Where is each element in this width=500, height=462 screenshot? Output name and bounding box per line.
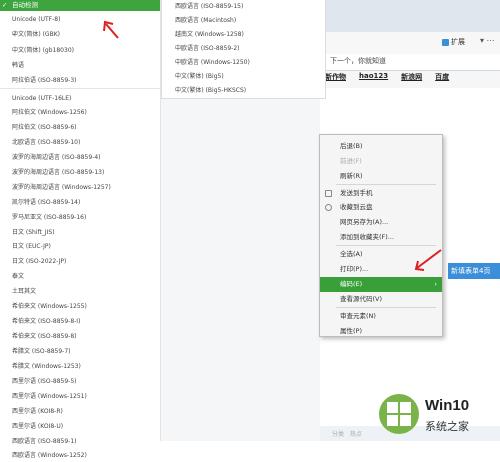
encoding-option[interactable]: 阿拉伯文 (Windows-1256) xyxy=(0,106,160,119)
search-button[interactable]: 新填表单4页 xyxy=(448,263,500,279)
encoding-option[interactable]: 波罗的海周边语言 (Windows-1257) xyxy=(0,181,160,194)
bottom-item[interactable]: 分类 xyxy=(332,429,344,438)
encoding-option[interactable]: 阿拉伯文 (ISO-8859-6) xyxy=(0,121,160,134)
context-menu-item[interactable]: 全选(A) xyxy=(320,247,442,262)
context-menu-item[interactable]: 审查元素(N) xyxy=(320,309,442,324)
encoding-option[interactable]: 西里尔语 (ISO-8859-5) xyxy=(0,375,160,388)
encoding-option[interactable]: 阿拉伯语 (ISO-8859-3) xyxy=(0,74,160,87)
context-menu-item[interactable]: 查看源代码(V) xyxy=(320,292,442,307)
watermark-title: Win10 xyxy=(425,397,470,414)
context-menu-item[interactable]: 刷新(R) xyxy=(320,169,442,184)
bottom-item[interactable]: 热点 xyxy=(350,429,362,438)
context-menu-item[interactable]: 后退(B) xyxy=(320,139,442,154)
encoding-option[interactable]: 中欧语言 (ISO-8859-2) xyxy=(175,42,239,56)
menu-separator xyxy=(336,184,436,185)
menu-separator xyxy=(336,307,436,308)
encoding-option[interactable]: 西欧语言 (Macintosh) xyxy=(175,14,236,28)
encoding-option[interactable]: 波罗的海周边语言 (ISO-8859-4) xyxy=(0,151,160,164)
encoding-option[interactable]: 西里尔语 (KOI8-U) xyxy=(0,420,160,433)
encoding-menu-left: ✓ 自动检测 Unicode (UTF-8) ✓ 中文(简体) (GBK) 中文(简体… xyxy=(0,0,161,459)
extensions-label: 扩展 xyxy=(451,38,465,46)
encoding-option[interactable]: 希伯来文 (ISO-8859-8) xyxy=(0,330,160,343)
nav-link[interactable]: 新浪网 xyxy=(401,72,422,86)
encoding-option[interactable]: 西里尔语 (Windows-1251) xyxy=(0,390,160,403)
context-menu-item[interactable]: 添加到收藏夹(F)... xyxy=(320,230,442,245)
context-menu-item[interactable]: 发送到手机 xyxy=(320,186,442,201)
context-menu: 后退(B) 前进(F) 刷新(R) 发送到手机 收藏到云盘 网页另存为(A)... 添加到收… xyxy=(319,134,443,337)
context-menu-item[interactable]: 打印(P)... xyxy=(320,262,442,277)
encoding-option[interactable]: 中文(简体) (gb18030) xyxy=(0,44,160,57)
encoding-option[interactable]: 中欧语言 (Windows-1250) xyxy=(175,56,250,70)
menu-separator xyxy=(336,245,436,246)
encoding-option[interactable]: 凯尔特语 (ISO-8859-14) xyxy=(0,196,160,209)
encoding-option[interactable]: 希伯来文 (ISO-8859-8-I) xyxy=(0,315,160,328)
context-menu-item[interactable]: 网页另存为(A)... xyxy=(320,215,442,230)
phone-icon xyxy=(325,190,332,197)
encoding-option[interactable]: 波罗的海周边语言 (ISO-8859-13) xyxy=(0,166,160,179)
encoding-option[interactable]: 希腊文 (ISO-8859-7) xyxy=(0,345,160,358)
context-menu-item-encoding[interactable]: 编码(E) › xyxy=(320,277,442,292)
context-menu-item[interactable]: 属性(P) xyxy=(320,324,442,339)
nav-links: 新作物 hao123 新浪网 百度 xyxy=(325,72,500,86)
encoding-option[interactable]: 土耳其文 xyxy=(0,285,160,298)
chevron-right-icon: › xyxy=(434,280,437,288)
encoding-option[interactable]: 日文 (EUC-JP) xyxy=(0,240,160,253)
encoding-option[interactable]: Unicode (UTF-16LE) xyxy=(0,92,160,105)
context-menu-item[interactable]: 前进(F) xyxy=(320,154,442,169)
encoding-option[interactable]: 希腊文 (Windows-1253) xyxy=(0,360,160,373)
nav-link[interactable]: 新作物 xyxy=(325,72,346,86)
context-menu-item[interactable]: 收藏到云盘 xyxy=(320,200,442,215)
encoding-option[interactable]: 日文 (ISO-2022-JP) xyxy=(0,255,160,268)
encoding-option[interactable]: 罗马尼亚文 (ISO-8859-16) xyxy=(0,211,160,224)
checkmark-icon: ✓ xyxy=(2,1,8,9)
encoding-option[interactable]: 日文 (Shift_JIS) xyxy=(0,226,160,239)
more-menu-button[interactable]: ▾ ⋯ xyxy=(480,36,495,45)
encoding-option[interactable]: 西里尔语 (KOI8-R) xyxy=(0,405,160,418)
nav-link[interactable]: 百度 xyxy=(435,72,449,86)
encoding-option[interactable]: Unicode (UTF-8) xyxy=(0,13,160,26)
win10-logo xyxy=(379,394,419,434)
nav-link[interactable]: hao123 xyxy=(359,72,388,86)
encoding-option[interactable]: 西欧语言 (ISO-8859-1) xyxy=(0,435,160,448)
encoding-option[interactable]: 泰文 xyxy=(0,270,160,283)
encoding-option[interactable]: 希伯来文 (Windows-1255) xyxy=(0,300,160,313)
encoding-option[interactable]: 西欧语言 (Windows-1252) xyxy=(0,449,160,462)
encoding-option[interactable]: ✓ 中文(简体) (GBK) xyxy=(0,28,160,41)
encoding-option[interactable]: 韩语 xyxy=(0,59,160,72)
address-bar-text: 下一个，你就知道 xyxy=(330,57,386,65)
watermark-subtitle: 系统之家 xyxy=(425,420,469,433)
encoding-option[interactable]: 中文(繁体) (Big5-HKSCS) xyxy=(175,84,246,98)
encoding-option[interactable]: 西欧语言 (ISO-8859-15) xyxy=(175,0,243,14)
extensions-button[interactable]: 扩展 xyxy=(442,37,465,47)
encoding-menu-right: 西欧语言 (ISO-8859-15) 西欧语言 (Macintosh) 越南文 (W… xyxy=(161,0,326,99)
encoding-option[interactable]: 中文(繁体) (Big5) xyxy=(175,70,224,84)
encoding-option[interactable]: 越南文 (Windows-1258) xyxy=(175,28,244,42)
extensions-icon xyxy=(442,38,449,46)
menu-separator xyxy=(0,88,160,89)
encoding-option[interactable]: 北欧语言 (ISO-8859-10) xyxy=(0,136,160,149)
encoding-auto-detect[interactable]: ✓ 自动检测 xyxy=(0,0,160,11)
cloud-icon xyxy=(325,204,332,211)
